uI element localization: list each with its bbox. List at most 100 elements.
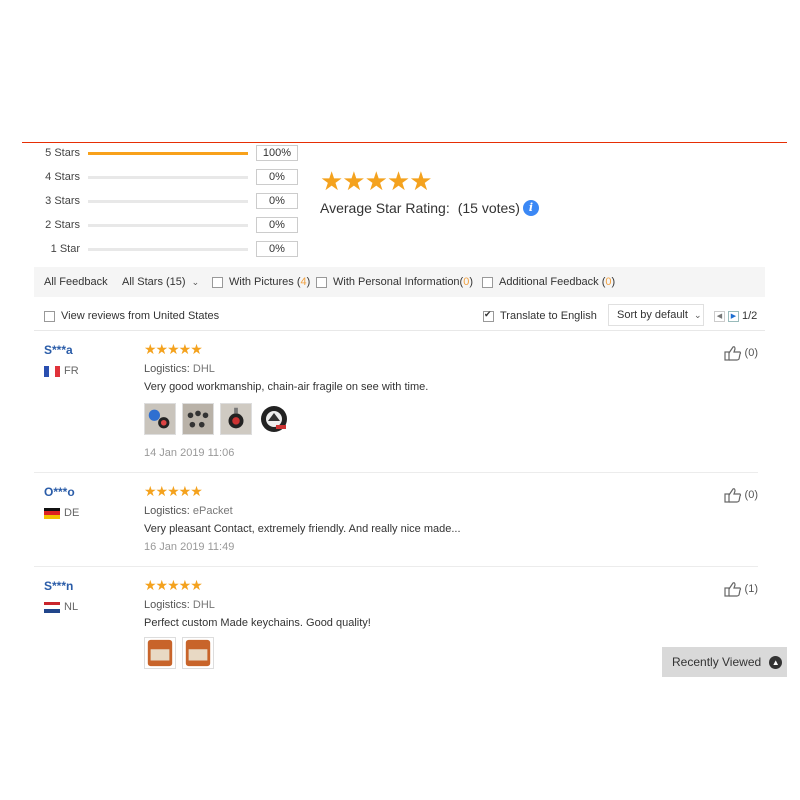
next-page-button[interactable]: ▶ — [728, 311, 739, 322]
histogram-label: 4 Stars — [45, 171, 80, 183]
logistics-info: Logistics: DHL — [144, 599, 215, 611]
close-paren: ) — [611, 276, 616, 288]
histogram-label: 3 Stars — [45, 195, 80, 207]
personal-info-checkbox[interactable] — [316, 276, 327, 288]
review-text: Perfect custom Made keychains. Good qual… — [144, 617, 371, 629]
feedback-options-bar: View reviews from United States Translat… — [34, 303, 765, 329]
histogram-bar — [88, 199, 248, 203]
average-rating-label: Average Star Rating: — [320, 200, 450, 216]
logistics-info: Logistics: DHL — [144, 363, 215, 375]
close-paren: ) — [306, 276, 311, 288]
helpful-count: (1) — [744, 583, 758, 595]
review-photo-thumbnail[interactable] — [182, 637, 214, 669]
reviewer-name: O***o — [44, 485, 75, 499]
histogram-bar — [88, 151, 248, 155]
with-pictures-label: With Pictures ( — [229, 276, 301, 288]
histogram-percent: 0% — [256, 241, 298, 257]
country-code: FR — [64, 365, 79, 377]
thumbs-up-icon — [723, 582, 741, 597]
logistics-label: Logistics: — [144, 599, 190, 611]
helpful-button[interactable]: (1) — [723, 581, 758, 597]
view-us-label: View reviews from United States — [61, 310, 220, 322]
france-flag-icon — [44, 365, 60, 377]
translate-checkbox[interactable] — [483, 309, 494, 322]
star-filter-dropdown[interactable]: All Stars (15) ⌄ — [122, 267, 199, 297]
divider — [34, 330, 765, 331]
sort-dropdown[interactable]: Sort by default ⌄ — [608, 304, 704, 326]
average-rating: Average Star Rating: (15 votes) i — [320, 200, 539, 216]
previous-page-button[interactable]: ◀ — [714, 311, 725, 322]
histogram-row-4[interactable]: 4 Stars 0% — [44, 167, 298, 187]
additional-feedback-filter[interactable]: Additional Feedback (0) — [482, 267, 615, 297]
review-stars: ★★★★★ — [144, 483, 203, 499]
with-pictures-filter[interactable]: With Pictures (4) — [212, 267, 310, 297]
personal-info-filter[interactable]: With Personal Information(0) — [316, 267, 473, 297]
page-indicator: 1/2 — [742, 310, 758, 322]
review-photo-thumbnail[interactable] — [144, 403, 176, 435]
country-code: NL — [64, 601, 79, 613]
histogram-row-2[interactable]: 2 Stars 0% — [44, 215, 298, 235]
divider — [34, 566, 758, 567]
reviewer-country: DE — [44, 507, 79, 519]
reviewer-country: NL — [44, 601, 78, 613]
chevron-up-icon: ▲ — [769, 655, 783, 669]
review-date: 16 Jan 2019 11:49 — [144, 541, 235, 553]
review-photo-thumbnail[interactable] — [182, 403, 214, 435]
review-stars: ★★★★★ — [144, 577, 203, 593]
review-photo-thumbnail[interactable] — [220, 403, 252, 435]
review-photo-thumbnail[interactable] — [258, 403, 290, 435]
histogram-bar — [88, 247, 248, 251]
view-us-checkbox[interactable] — [44, 310, 55, 322]
translate-option[interactable]: Translate to English — [483, 303, 597, 329]
netherlands-flag-icon — [44, 601, 60, 613]
feedback-filter-bar: All Feedback All Stars (15) ⌄ With Pictu… — [34, 267, 765, 297]
recently-viewed-button[interactable]: Recently Viewed ▲ — [662, 647, 787, 677]
average-star-icons: ★★★★★ — [320, 166, 433, 196]
logistics-label: Logistics: — [144, 505, 190, 517]
histogram-label: 1 Star — [50, 243, 80, 255]
review-photos — [144, 403, 290, 435]
helpful-count: (0) — [744, 489, 758, 501]
logistics-carrier: DHL — [192, 599, 215, 611]
histogram-row-3[interactable]: 3 Stars 0% — [44, 191, 298, 211]
logistics-label: Logistics: — [144, 363, 190, 375]
reviewer-name: S***n — [44, 579, 74, 593]
histogram-row-1[interactable]: 1 Star 0% — [44, 239, 298, 259]
germany-flag-icon — [44, 507, 60, 519]
thumbs-up-icon — [723, 488, 741, 503]
helpful-count: (0) — [744, 347, 758, 359]
info-icon[interactable]: i — [522, 200, 539, 216]
thumbs-up-icon — [723, 346, 741, 361]
star-filter-label: All Stars (15) — [122, 276, 186, 288]
chevron-down-icon: ⌄ — [693, 309, 702, 320]
logistics-info: Logistics: ePacket — [144, 505, 233, 517]
review-text: Very pleasant Contact, extremely friendl… — [144, 523, 461, 535]
additional-feedback-label: Additional Feedback ( — [499, 276, 606, 288]
histogram-row-5[interactable]: 5 Stars 100% — [44, 143, 298, 163]
close-paren: ) — [469, 276, 474, 288]
helpful-button[interactable]: (0) — [723, 487, 758, 503]
all-feedback-tab[interactable]: All Feedback — [44, 267, 108, 297]
logistics-carrier: ePacket — [192, 505, 233, 517]
view-us-reviews-option[interactable]: View reviews from United States — [44, 303, 219, 329]
histogram-label: 5 Stars — [45, 147, 80, 159]
with-pictures-checkbox[interactable] — [212, 276, 223, 288]
histogram-percent: 0% — [256, 193, 298, 209]
histogram-bar — [88, 223, 248, 227]
review-photos — [144, 637, 214, 669]
additional-feedback-checkbox[interactable] — [482, 276, 493, 288]
all-feedback-label: All Feedback — [44, 276, 108, 288]
review-photo-thumbnail[interactable] — [144, 637, 176, 669]
divider — [34, 472, 758, 473]
personal-info-label: With Personal Information( — [333, 276, 464, 288]
review-stars: ★★★★★ — [144, 341, 203, 357]
histogram-percent: 0% — [256, 217, 298, 233]
helpful-button[interactable]: (0) — [723, 345, 758, 361]
country-code: DE — [64, 507, 80, 519]
reviewer-name: S***a — [44, 343, 73, 357]
review-text: Very good workmanship, chain-air fragile… — [144, 381, 429, 393]
review-date: 14 Jan 2019 11:06 — [144, 447, 235, 459]
recently-viewed-label: Recently Viewed — [672, 655, 762, 669]
reviewer-country: FR — [44, 365, 79, 377]
sort-label: Sort by default — [617, 309, 688, 321]
